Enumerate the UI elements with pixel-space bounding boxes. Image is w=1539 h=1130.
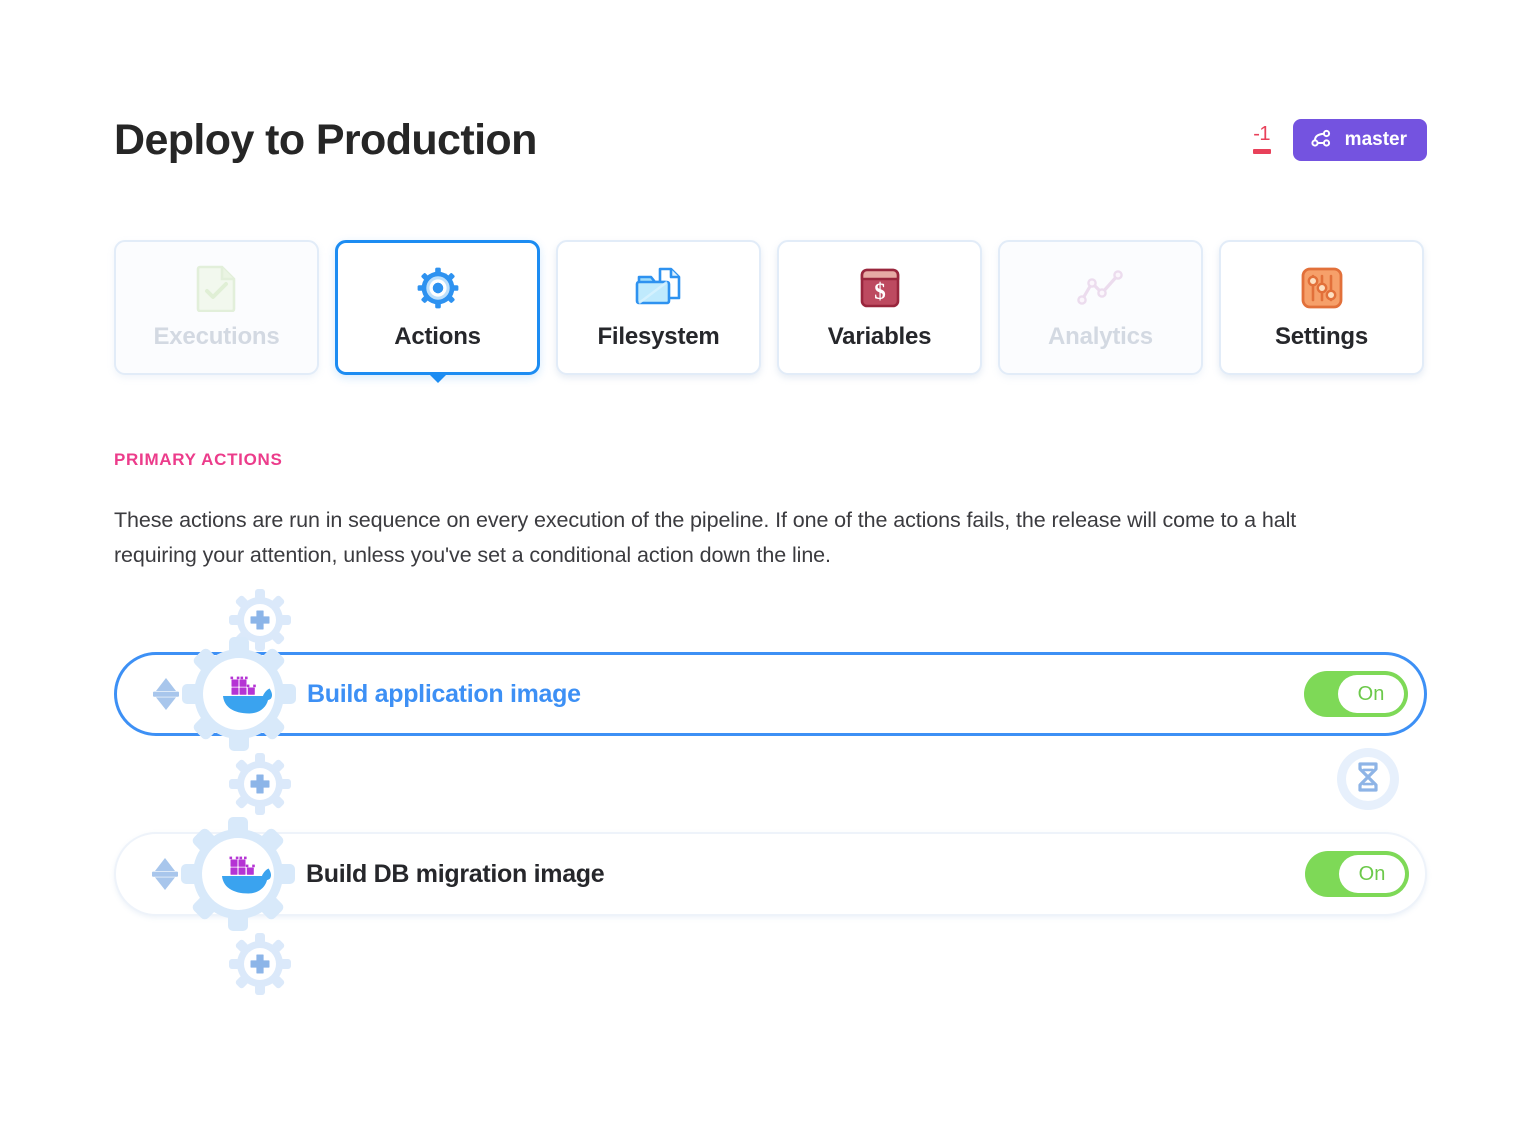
docker-icon [218,849,276,899]
branch-selector-button[interactable]: master [1292,119,1427,161]
tab-variables-label: Variables [827,322,932,350]
primary-actions-list: Build application image On Build DB migr… [114,588,1427,996]
line-chart-icon [1076,265,1125,311]
branch-name-label: master [1344,129,1407,150]
timer-chip-inner [1346,757,1390,801]
document-check-icon [196,265,238,312]
tab-filesystem[interactable]: Filesystem [556,240,761,375]
dollar-book-icon: $ [859,265,901,311]
reorder-handle[interactable] [138,854,192,894]
tab-analytics-label: Analytics [1048,322,1153,350]
action-name-label[interactable]: Build DB migration image [306,860,1305,889]
branch-icon [1309,128,1333,152]
header-right-group: -1 master [1252,119,1427,161]
tab-settings[interactable]: Settings [1219,240,1424,375]
tab-actions-label: Actions [394,322,481,350]
tab-executions-label: Executions [153,322,280,350]
gear-icon [415,265,461,311]
page-title: Deploy to Production [114,115,537,164]
section-tabs: Executions Actions Filesystem $ Variable… [114,240,1427,383]
app-page: Deploy to Production -1 master Execution… [0,0,1539,1130]
action-name-label[interactable]: Build application image [307,680,1304,709]
action-separator-row [114,736,1427,832]
hourglass-icon [1355,761,1381,797]
section-description: These actions are run in sequence on eve… [114,508,1297,567]
reorder-handle[interactable] [139,674,193,714]
commit-diff-indicator: -1 [1252,123,1271,156]
action-enabled-toggle[interactable]: On [1304,671,1408,717]
add-action-button-top[interactable] [228,588,292,652]
sliders-icon [1300,265,1344,311]
action-row[interactable]: Build application image On [114,637,1427,751]
tab-actions[interactable]: Actions [335,240,540,383]
commit-diff-value: -1 [1253,123,1271,145]
add-action-button-middle[interactable] [228,752,292,816]
tab-executions[interactable]: Executions [114,240,319,375]
tab-variables[interactable]: $ Variables [777,240,982,375]
section-title: PRIMARY ACTIONS [114,450,283,469]
folder-file-icon [635,265,683,311]
tab-settings-label: Settings [1274,322,1369,350]
action-icon [181,817,295,931]
toggle-knob-label: On [1339,855,1405,893]
svg-text:$: $ [874,279,886,304]
docker-icon [219,669,277,719]
add-action-button-bottom[interactable] [228,932,292,996]
toggle-knob-label: On [1338,675,1404,713]
page-header: Deploy to Production -1 master [114,105,1427,175]
tab-filesystem-label: Filesystem [597,322,720,350]
add-wait-condition-button[interactable] [1337,748,1399,810]
action-icon [182,637,296,751]
action-enabled-toggle[interactable]: On [1305,851,1409,897]
tab-active-pointer [426,372,449,383]
action-row[interactable]: Build DB migration image On [114,817,1427,931]
tab-analytics[interactable]: Analytics [998,240,1203,375]
commit-diff-bar [1252,149,1271,154]
